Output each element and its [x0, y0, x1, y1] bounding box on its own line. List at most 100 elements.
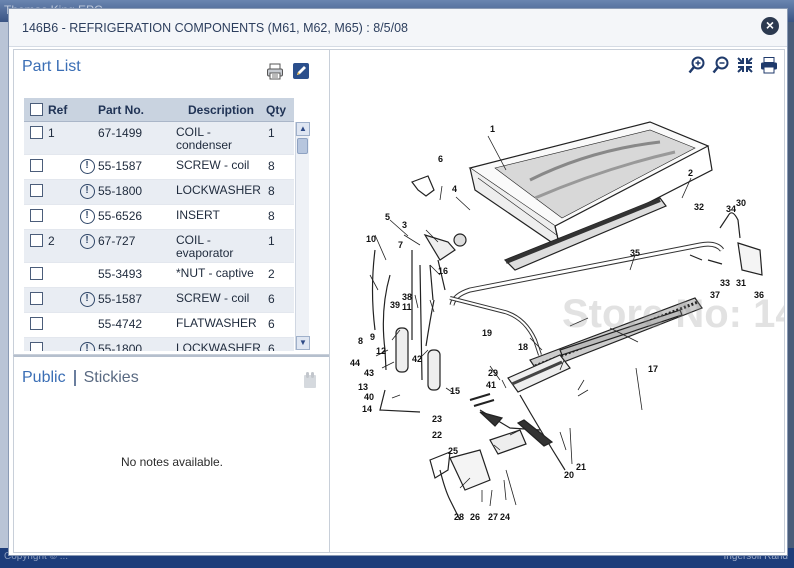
callout-label[interactable]: 43 — [364, 368, 374, 378]
callout-label[interactable]: 26 — [470, 512, 480, 522]
table-row[interactable]: 55-3493 *NUT - captive 2 — [24, 263, 294, 288]
callout-label[interactable]: 12 — [376, 346, 386, 356]
row-qty: 6 — [268, 292, 275, 306]
callout-label[interactable]: 22 — [432, 430, 442, 440]
diagram-panel[interactable]: 1 2 3 4 5 6 7 8 9 10 11 12 13 14 15 16 17 18 19 20 21 22 23 24 2… — [329, 49, 785, 553]
part-list-scrollbar[interactable]: ▲ ▼ — [295, 122, 310, 350]
callout-label[interactable]: 38 — [402, 292, 412, 302]
callout-label[interactable]: 4 — [452, 184, 457, 194]
row-checkbox[interactable] — [29, 159, 43, 172]
row-checkbox[interactable] — [29, 209, 43, 222]
callout-label[interactable]: 1 — [490, 124, 495, 134]
info-icon[interactable]: ! — [79, 342, 95, 351]
row-checkbox[interactable] — [29, 317, 43, 330]
callout-label[interactable]: 2 — [688, 168, 693, 178]
edit-icon[interactable] — [292, 62, 310, 80]
row-ref: 1 — [48, 126, 55, 140]
callout-label[interactable]: 39 — [390, 300, 400, 310]
info-icon[interactable]: ! — [79, 234, 95, 249]
table-row[interactable]: 2! 67-727 COIL - evaporator 1 — [24, 230, 294, 263]
callout-label[interactable]: 17 — [648, 364, 658, 374]
table-row[interactable]: ! 55-6526 INSERT 8 — [24, 205, 294, 230]
callout-label[interactable]: 41 — [486, 380, 496, 390]
row-qty: 6 — [268, 317, 275, 331]
callout-label[interactable]: 25 — [448, 446, 458, 456]
callout-label[interactable]: 30 — [736, 198, 746, 208]
callout-label[interactable]: 6 — [438, 154, 443, 164]
table-row[interactable]: ! 55-1800 LOCKWASHER 6 — [24, 338, 294, 351]
callout-label[interactable]: 35 — [630, 248, 640, 258]
callout-label[interactable]: 15 — [450, 386, 460, 396]
callout-label[interactable]: 13 — [358, 382, 368, 392]
info-icon[interactable]: ! — [79, 292, 95, 307]
scroll-down-button[interactable]: ▼ — [296, 336, 310, 350]
part-list-toolbar — [266, 62, 310, 80]
row-description: INSERT — [176, 209, 220, 222]
row-ref: 2 — [48, 234, 55, 248]
row-part-no[interactable]: 55-1587 — [98, 159, 176, 173]
callout-label[interactable]: 16 — [438, 266, 448, 276]
parts-table: Ref Part No. Description Qty 1 67-1499 COI… — [24, 98, 294, 351]
column-qty[interactable]: Qty — [266, 103, 292, 117]
select-all-checkbox[interactable] — [29, 103, 43, 116]
parts-dialog: 146B6 - REFRIGERATION COMPONENTS (M61, M… — [8, 8, 788, 556]
row-part-no[interactable]: 67-1499 — [98, 126, 176, 140]
row-checkbox[interactable] — [29, 234, 43, 247]
callout-label[interactable]: 42 — [412, 354, 422, 364]
callout-label[interactable]: 34 — [726, 204, 736, 214]
callout-label[interactable]: 18 — [518, 342, 528, 352]
callout-label[interactable]: 32 — [694, 202, 704, 212]
scroll-thumb[interactable] — [297, 138, 308, 154]
row-checkbox[interactable] — [29, 126, 43, 139]
callout-label[interactable]: 14 — [362, 404, 372, 414]
info-icon[interactable]: ! — [79, 159, 95, 174]
callout-label[interactable]: 9 — [370, 332, 375, 342]
callout-label[interactable]: 27 — [488, 512, 498, 522]
tab-stickies[interactable]: Stickies — [84, 369, 139, 387]
info-icon[interactable]: ! — [79, 209, 95, 224]
scroll-up-button[interactable]: ▲ — [296, 122, 310, 136]
callout-label[interactable]: 44 — [350, 358, 360, 368]
callout-label[interactable]: 3 — [402, 220, 407, 230]
table-row[interactable]: ! 55-1587 SCREW - coil 8 — [24, 155, 294, 180]
callout-label[interactable]: 21 — [576, 462, 586, 472]
callout-label[interactable]: 40 — [364, 392, 374, 402]
callout-label[interactable]: 24 — [500, 512, 510, 522]
column-ref[interactable]: Ref — [48, 103, 76, 117]
callout-label[interactable]: 23 — [432, 414, 442, 424]
column-description[interactable]: Description — [176, 103, 266, 117]
row-part-no[interactable]: 55-1587 — [98, 292, 176, 306]
add-note-icon[interactable] — [302, 371, 318, 389]
callout-label[interactable]: 11 — [402, 302, 412, 312]
row-part-no[interactable]: 67-727 — [98, 234, 176, 248]
row-part-no[interactable]: 55-3493 — [98, 267, 176, 281]
tab-public[interactable]: Public — [22, 369, 66, 387]
callout-label[interactable]: 7 — [398, 240, 403, 250]
callout-label[interactable]: 31 — [736, 278, 746, 288]
row-part-no[interactable]: 55-4742 — [98, 317, 176, 331]
callout-label[interactable]: 19 — [482, 328, 492, 338]
row-part-no[interactable]: 55-1800 — [98, 342, 176, 351]
table-row[interactable]: 55-4742 FLATWASHER 6 — [24, 313, 294, 338]
print-icon[interactable] — [266, 62, 284, 80]
info-icon[interactable]: ! — [79, 184, 95, 199]
column-part-no[interactable]: Part No. — [98, 103, 176, 117]
callout-label[interactable]: 20 — [564, 470, 574, 480]
callout-label[interactable]: 5 — [385, 212, 390, 222]
row-part-no[interactable]: 55-6526 — [98, 209, 176, 223]
callout-label[interactable]: 28 — [454, 512, 464, 522]
table-row[interactable]: ! 55-1587 SCREW - coil 6 — [24, 288, 294, 313]
callout-label[interactable]: 33 — [720, 278, 730, 288]
callout-label[interactable]: 8 — [358, 336, 363, 346]
table-row[interactable]: 1 67-1499 COIL - condenser 1 — [24, 122, 294, 155]
row-checkbox[interactable] — [29, 342, 43, 351]
row-part-no[interactable]: 55-1800 — [98, 184, 176, 198]
dialog-header: 146B6 - REFRIGERATION COMPONENTS (M61, M… — [9, 9, 787, 47]
close-button[interactable]: × — [761, 17, 779, 35]
row-checkbox[interactable] — [29, 292, 43, 305]
table-row[interactable]: ! 55-1800 LOCKWASHER 8 — [24, 180, 294, 205]
callout-label[interactable]: 29 — [488, 368, 498, 378]
row-checkbox[interactable] — [29, 184, 43, 197]
callout-label[interactable]: 10 — [366, 234, 376, 244]
row-checkbox[interactable] — [29, 267, 43, 280]
